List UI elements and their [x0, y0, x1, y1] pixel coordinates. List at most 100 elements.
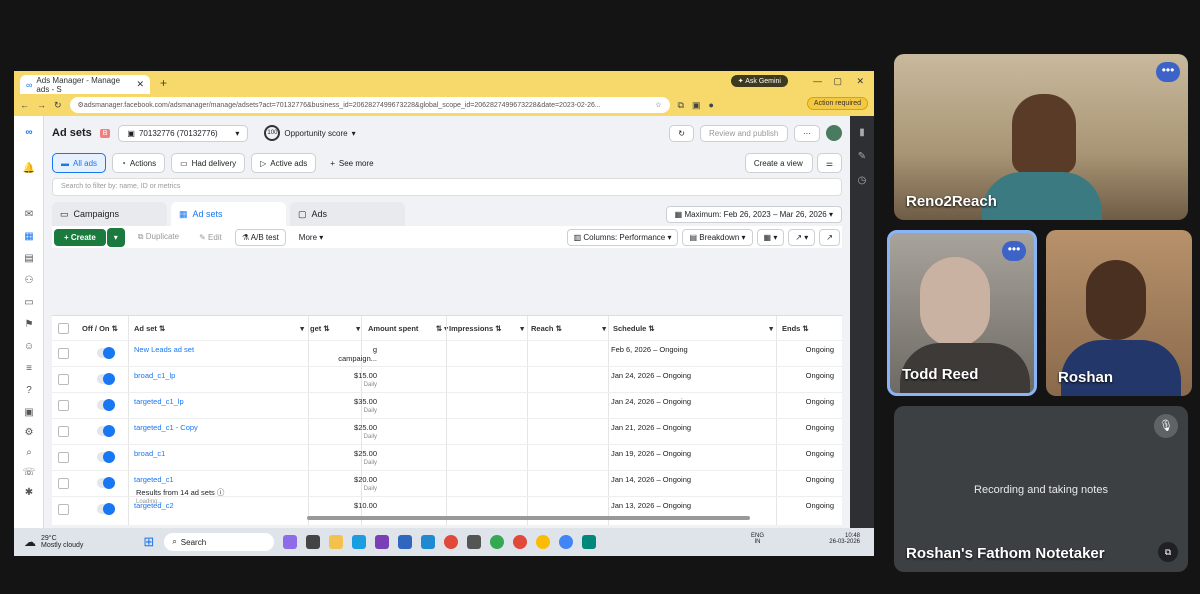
edit-button[interactable]: ✎ Edit [192, 229, 229, 246]
table-row[interactable]: targeted_c1_lp $35.00 Daily Jan 24, 2026 – … [52, 392, 842, 418]
tab-ad-sets[interactable]: ▦ Ad sets [171, 202, 286, 226]
row-checkbox[interactable] [58, 504, 69, 515]
chart-button[interactable]: ↗ [819, 228, 840, 246]
row-checkbox[interactable] [58, 400, 69, 411]
file-explorer-icon[interactable] [329, 535, 344, 549]
audiences-icon[interactable]: ⚇ [22, 274, 36, 288]
notifications-icon[interactable]: 🔔 [22, 162, 36, 176]
word-icon[interactable] [398, 535, 413, 549]
more-options-icon[interactable]: ••• [1002, 241, 1026, 261]
filter-had-delivery[interactable]: ▭ Had delivery [171, 153, 246, 173]
ads-manager-icon[interactable]: ▦ [22, 230, 36, 244]
weather-widget[interactable]: ☁ 29°C Mostly cloudy [24, 535, 83, 549]
row-checkbox[interactable] [58, 348, 69, 359]
help-icon[interactable]: ? [22, 384, 36, 398]
participant-tile-todd-reed[interactable]: ••• Todd Reed [887, 230, 1037, 396]
col-offon[interactable]: Off / On ⇅ [82, 316, 130, 340]
create-dropdown-icon[interactable]: ▾ [106, 227, 125, 247]
date-range-picker[interactable]: ▦ Maximum: Feb 26, 2023 – Mar 26, 2026 ▾ [665, 206, 842, 223]
avatar[interactable] [826, 125, 842, 141]
table-row[interactable]: New Leads ad set g campaign... Feb 6, 2026… [52, 340, 842, 366]
history-icon[interactable]: ◷ [855, 174, 869, 188]
table-row[interactable]: broad_c1_lp $15.00 Daily Jan 24, 2026 – Ong… [52, 366, 842, 392]
vscode-icon[interactable] [421, 535, 436, 549]
back-icon[interactable]: ← [20, 100, 29, 110]
url-field[interactable]: ⚙ adsmanager.facebook.com/adsmanager/man… [69, 97, 670, 113]
row-toggle[interactable] [97, 373, 115, 385]
create-view-button[interactable]: Create a view [744, 153, 813, 173]
reports-dropdown[interactable]: ▦ ▾ [756, 228, 785, 246]
people-icon[interactable]: ☺ [22, 340, 36, 354]
reports-icon[interactable]: ▤ [22, 252, 36, 266]
participant-tile-reno2reach[interactable]: ••• Reno2Reach [894, 54, 1188, 220]
campaign-icon[interactable]: ⚑ [22, 318, 36, 332]
col-adset[interactable]: Ad set ⇅ ▾ [134, 316, 304, 340]
new-tab-button[interactable]: + [160, 76, 167, 90]
row-toggle[interactable] [97, 451, 115, 463]
select-all-checkbox[interactable] [58, 316, 69, 340]
adset-name-link[interactable]: targeted_c1 - Copy [134, 423, 198, 432]
account-selector[interactable]: ▣ 70132776 (70132776) ▾ [118, 124, 249, 142]
col-ends[interactable]: Ends ⇅ [782, 316, 837, 340]
chrome-icon[interactable] [444, 535, 459, 549]
see-more-button[interactable]: + See more [322, 153, 381, 173]
close-window-icon[interactable]: ✕ [856, 76, 864, 87]
export-dropdown[interactable]: ↗ ▾ [788, 228, 816, 246]
bug-icon[interactable]: ✱ [22, 486, 36, 500]
col-impressions[interactable]: Impressions ⇅ ▾ [449, 316, 524, 340]
notetaker-tile[interactable]: 🎙 Recording and taking notes Roshan's Fa… [894, 406, 1188, 572]
row-toggle[interactable] [97, 503, 115, 515]
refresh-button[interactable]: ↻ [669, 124, 694, 142]
adset-name-link[interactable]: targeted_c1_lp [134, 397, 184, 406]
duplicate-button[interactable]: ⧉ Duplicate [131, 228, 186, 246]
settings-icon[interactable]: ⚙ [22, 426, 36, 440]
breakdown-button[interactable]: ▤ Breakdown ▾ [682, 228, 753, 246]
row-checkbox[interactable] [58, 374, 69, 385]
horizontal-scrollbar[interactable] [307, 516, 750, 520]
edge-icon[interactable] [352, 535, 367, 549]
app-icon[interactable] [467, 535, 482, 549]
adset-name-link[interactable]: targeted_c1 [134, 475, 174, 484]
col-budget[interactable]: get ⇅ ▾ [310, 316, 360, 340]
adset-name-link[interactable]: New Leads ad set [134, 345, 194, 354]
participant-tile-roshan[interactable]: Roshan [1046, 230, 1192, 396]
row-toggle[interactable] [97, 425, 115, 437]
create-button[interactable]: + Create [54, 228, 106, 246]
filter-actions[interactable]: ◔ Actions [112, 153, 166, 173]
filter-active-ads[interactable]: ▷ Active ads [251, 153, 317, 173]
filter-all-ads[interactable]: ▬ All ads [52, 153, 107, 173]
meta-logo-icon[interactable]: ∞ [22, 126, 36, 140]
clock[interactable]: 10:48 26-03-2026 [829, 533, 860, 545]
tab-search-icon[interactable]: ▣ [692, 100, 701, 111]
pages-icon[interactable]: ▣ [22, 406, 36, 420]
col-schedule[interactable]: Schedule ⇅ ▾ [613, 316, 773, 340]
adset-name-link[interactable]: broad_c1_lp [134, 371, 175, 380]
row-checkbox[interactable] [58, 452, 69, 463]
col-amount-spent[interactable]: Amount spent ⇅ ▾ [368, 316, 448, 340]
search-icon[interactable]: ⌕ [22, 446, 36, 460]
more-button[interactable]: More ▾ [292, 229, 330, 246]
forward-icon[interactable]: → [37, 100, 46, 110]
extensions-icon[interactable]: ⧉ [678, 100, 684, 111]
col-reach[interactable]: Reach ⇅ ▾ [531, 316, 606, 340]
onenote-icon[interactable] [375, 535, 390, 549]
row-toggle[interactable] [97, 477, 115, 489]
tab-campaigns[interactable]: ▭ Campaigns [52, 202, 167, 226]
copilot-icon[interactable] [283, 535, 298, 549]
chrome-profile-icon[interactable] [513, 535, 528, 549]
maximize-icon[interactable]: ▢ [833, 76, 842, 87]
row-checkbox[interactable] [58, 426, 69, 437]
browser-tab[interactable]: ∞ Ads Manager - Manage ads - S ✕ [20, 75, 150, 94]
row-toggle[interactable] [97, 399, 115, 411]
profile-icon[interactable]: ● [709, 100, 714, 110]
search-filter-input[interactable]: Search to filter by: name, ID or metrics [52, 178, 842, 196]
view-settings-icon[interactable]: ⚌ [816, 153, 842, 173]
ask-gemini-button[interactable]: ✦ Ask Gemini [730, 75, 788, 87]
menu-icon[interactable]: ≡ [22, 362, 36, 376]
row-checkbox[interactable] [58, 478, 69, 489]
reload-icon[interactable]: ↻ [54, 100, 62, 111]
meet-icon[interactable] [582, 535, 597, 549]
windows-start-icon[interactable]: ⊞ [143, 534, 154, 550]
billing-icon[interactable]: ▭ [22, 296, 36, 310]
minimize-icon[interactable]: — [813, 76, 822, 86]
